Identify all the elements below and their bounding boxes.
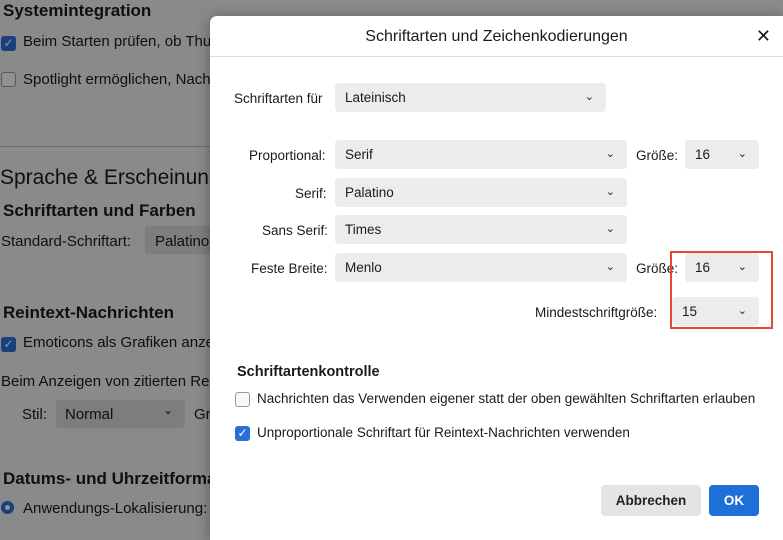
proportional-label: Proportional: (249, 148, 326, 163)
monospace-plaintext-label: Unproportionale Schriftart für Reintext-… (257, 425, 630, 440)
proportional-size-value: 16 (695, 147, 711, 162)
allow-own-fonts-label: Nachrichten das Verwenden eigener statt … (257, 391, 756, 406)
dialog-title: Schriftarten und Zeichenkodierungen (365, 28, 628, 45)
chevron-down-icon: ⌄ (737, 148, 747, 160)
chevron-down-icon: ⌄ (605, 148, 615, 160)
chevron-down-icon: ⌄ (605, 261, 615, 273)
chevron-down-icon: ⌄ (605, 223, 615, 235)
sans-serif-value: Times (345, 222, 382, 237)
sans-serif-label: Sans Serif: (262, 223, 329, 238)
serif-label: Serif: (295, 186, 327, 201)
sans-serif-select[interactable]: Times ⌄ (335, 215, 627, 244)
fonts-for-label: Schriftarten für (234, 91, 323, 106)
monospace-plaintext-row[interactable]: ✓ Unproportionale Schriftart für Reintext… (235, 425, 630, 441)
proportional-size-label: Größe: (636, 148, 679, 163)
close-icon[interactable]: ✕ (756, 26, 771, 47)
font-control-heading: Schriftartenkontrolle (237, 364, 380, 380)
cancel-button[interactable]: Abbrechen (601, 485, 701, 516)
fonts-for-value: Lateinisch (345, 90, 406, 105)
proportional-size-select[interactable]: 16 ⌄ (685, 140, 759, 169)
serif-value: Palatino (345, 185, 394, 200)
monospace-label: Feste Breite: (251, 261, 328, 276)
serif-select[interactable]: Palatino ⌄ (335, 178, 627, 207)
fonts-for-select[interactable]: Lateinisch ⌄ (335, 83, 606, 112)
allow-own-fonts-checkbox[interactable] (235, 391, 250, 407)
proportional-select[interactable]: Serif ⌄ (335, 140, 627, 169)
fonts-dialog: Schriftarten und Zeichenkodierungen ✕ Sc… (210, 16, 783, 540)
chevron-down-icon: ⌄ (605, 186, 615, 198)
highlight-box (670, 251, 773, 329)
proportional-value: Serif (345, 147, 373, 162)
ok-button[interactable]: OK (709, 485, 759, 516)
monospace-value: Menlo (345, 260, 382, 275)
min-size-label: Mindestschriftgröße: (535, 305, 658, 320)
allow-own-fonts-row[interactable]: Nachrichten das Verwenden eigener statt … (235, 391, 755, 407)
chevron-down-icon: ⌄ (584, 91, 594, 103)
monospace-plaintext-checkbox[interactable]: ✓ (235, 425, 250, 441)
title-divider (210, 56, 783, 57)
monospace-select[interactable]: Menlo ⌄ (335, 253, 627, 282)
